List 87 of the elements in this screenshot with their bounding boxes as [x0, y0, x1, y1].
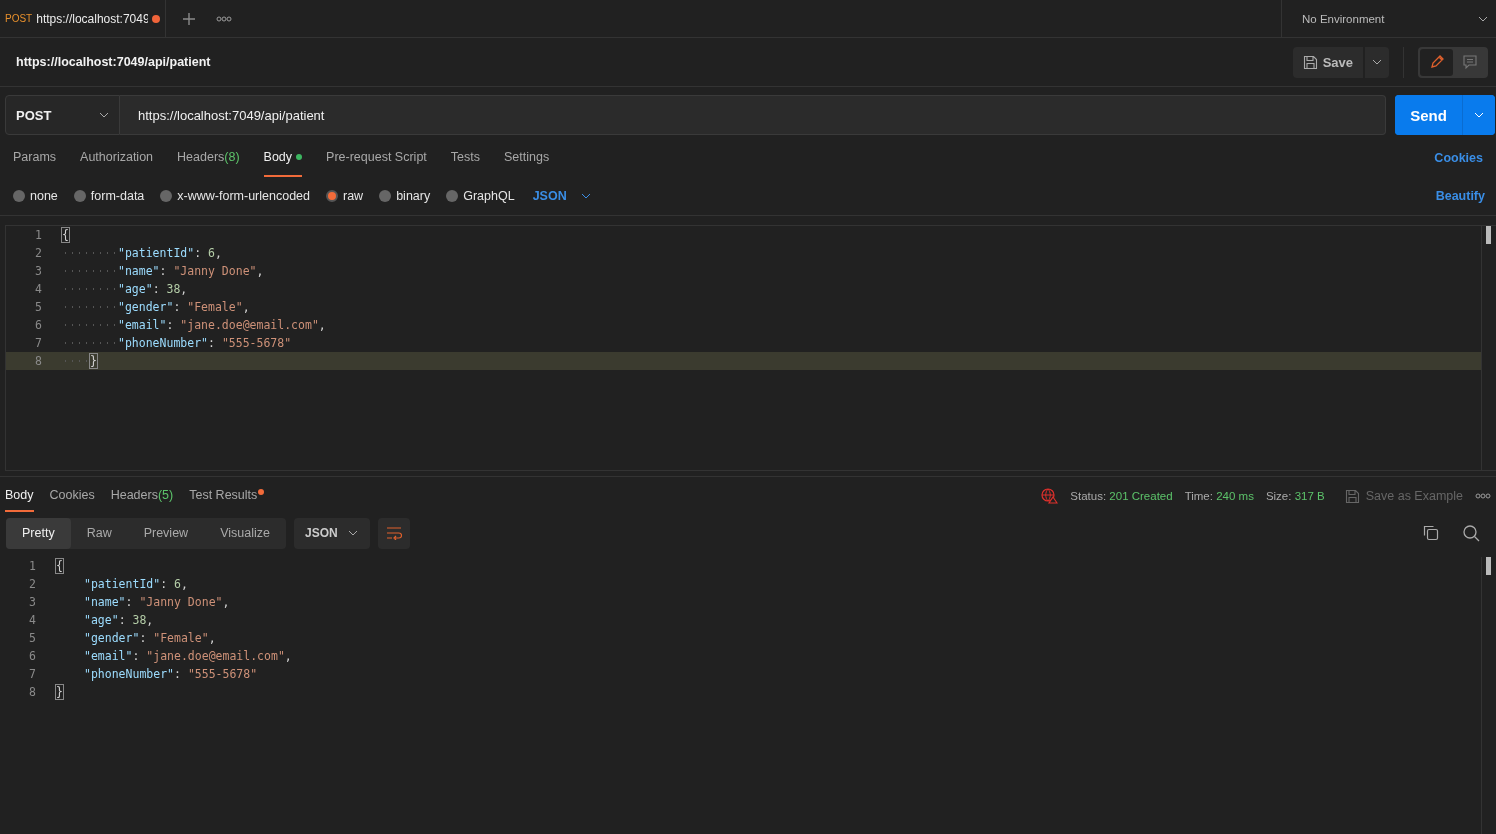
line-number: 4: [34, 282, 43, 296]
radio-option[interactable]: GraphQL: [446, 189, 515, 203]
response-meta: Time: 240 ms: [1184, 490, 1254, 502]
line-number: 5: [28, 631, 37, 645]
line-number: 6: [34, 318, 43, 332]
line-number: 6: [28, 649, 37, 663]
caret-icon: [1372, 59, 1382, 65]
code-text: "age": 38,: [83, 612, 154, 629]
more-icon[interactable]: [216, 15, 232, 22]
code-text: "gender": "Female",: [62, 298, 250, 316]
wrap-lines-button[interactable]: [377, 517, 410, 549]
line-number: 1: [34, 228, 43, 242]
pencil-icon: [1428, 54, 1445, 70]
tab[interactable]: Body: [263, 139, 303, 177]
response-meta: Size: 317 B: [1265, 490, 1325, 502]
view-mode-tab[interactable]: Preview: [127, 517, 205, 549]
tab[interactable]: Body: [5, 480, 34, 512]
search-icon[interactable]: [1463, 524, 1480, 542]
line-number: 5: [34, 300, 43, 314]
view-mode-tab[interactable]: Visualize: [204, 517, 286, 549]
code-text: "patientId": 6,: [83, 576, 188, 593]
line-number: 7: [34, 336, 43, 350]
line-number: 4: [28, 613, 37, 627]
cookies-link[interactable]: Cookies: [1434, 151, 1483, 165]
code-text: "phoneNumber": "555-5678": [83, 666, 258, 683]
line-number: 2: [34, 246, 43, 260]
globe-warning-icon: [1041, 488, 1059, 504]
request-title: https://localhost:7049/api/patient: [16, 55, 212, 69]
radio-option[interactable]: x-www-form-urlencoded: [160, 189, 310, 203]
caret-icon: [1474, 112, 1484, 118]
format-dropdown[interactable]: JSON: [293, 517, 370, 549]
bracket: }: [56, 685, 63, 699]
code-text: "email": "jane.doe@email.com",: [62, 316, 326, 334]
plus-icon[interactable]: [182, 11, 196, 26]
line-number: 8: [34, 354, 43, 368]
radio-option[interactable]: raw: [326, 189, 364, 203]
wrap-icon: [385, 526, 402, 540]
tab[interactable]: Params: [13, 139, 57, 177]
method-label: POST: [5, 13, 33, 24]
copy-icon[interactable]: [1423, 524, 1439, 541]
tab-title: https://localhost:7049: [36, 11, 149, 26]
bracket: {: [62, 228, 69, 242]
radio-option[interactable]: form-data: [73, 189, 145, 203]
view-mode-tab[interactable]: Raw: [70, 517, 128, 549]
bracket: }: [90, 354, 97, 368]
format-dropdown[interactable]: JSON: [532, 189, 591, 203]
response-meta: Status: 201 Created: [1070, 490, 1173, 502]
request-body-editor[interactable]: 1 { 2 "patientId": 6, 3 "name": "Janny Done", 4 "age": 38, 5 "gender": "Female", 6 "email": "jane.doe@email.com", 7 "phoneNumber": "555-5678" 8 }: [5, 225, 1496, 471]
caret-icon: [1478, 15, 1488, 22]
caret-icon: [580, 193, 591, 199]
tab[interactable]: Pre-request Script: [326, 139, 427, 177]
code-text: "gender": "Female",: [83, 630, 216, 647]
line-number: 3: [34, 264, 43, 278]
method-dropdown[interactable]: POST: [5, 95, 120, 135]
code-text: "phoneNumber": "555-5678": [62, 334, 292, 352]
radio-option[interactable]: none: [13, 189, 58, 203]
edit-button[interactable]: [1420, 48, 1453, 76]
save-button[interactable]: Save: [1292, 46, 1363, 78]
caret-icon: [99, 112, 109, 118]
more-icon[interactable]: [1475, 493, 1491, 499]
tab[interactable]: Cookies: [49, 480, 95, 512]
tab[interactable]: Headers(5): [110, 480, 174, 512]
url-field[interactable]: https://localhost:7049/api/patient: [120, 95, 1386, 135]
scrollbar-thumb[interactable]: [1486, 226, 1491, 244]
tab[interactable]: Settings: [504, 139, 550, 177]
view-mode-tab[interactable]: Pretty: [6, 517, 71, 549]
beautify-link[interactable]: Beautify: [1435, 189, 1485, 203]
tab[interactable]: Headers(8): [177, 139, 240, 177]
tab[interactable]: Authorization: [80, 139, 154, 177]
bracket: {: [56, 559, 63, 573]
code-text: "email": "jane.doe@email.com",: [83, 648, 292, 665]
caret-icon: [347, 530, 358, 536]
line-number: 3: [28, 595, 37, 609]
tab[interactable]: Test Results: [189, 480, 265, 512]
scrollbar-thumb[interactable]: [1486, 557, 1491, 575]
comment-icon: [1461, 54, 1478, 70]
code-text: "patientId": 6,: [62, 244, 222, 262]
line-number: 2: [28, 577, 37, 591]
line-number: 7: [28, 667, 37, 681]
line-number: 1: [28, 559, 37, 573]
code-text: "age": 38,: [62, 280, 188, 298]
code-text: "name": "Janny Done",: [62, 262, 264, 280]
radio-option[interactable]: binary: [379, 189, 431, 203]
code-text: "name": "Janny Done",: [83, 594, 230, 611]
environment-dropdown[interactable]: No Environment: [1281, 0, 1496, 37]
line-number: 8: [28, 685, 37, 699]
tab[interactable]: Tests: [450, 139, 480, 177]
